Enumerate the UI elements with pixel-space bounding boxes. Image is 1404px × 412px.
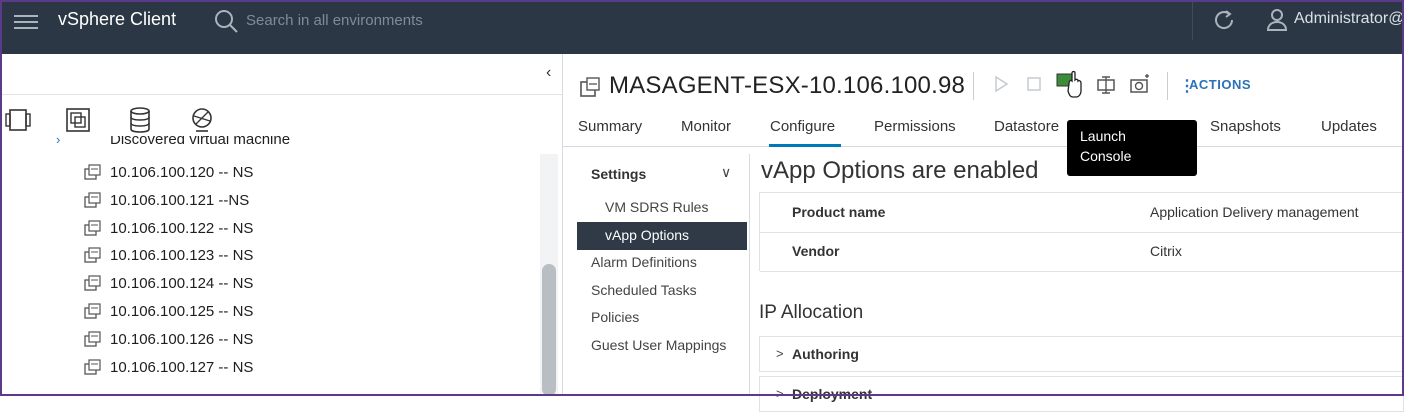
nav-item-guest-user-mappings[interactable]: Guest User Mappings — [591, 337, 726, 353]
topbar-divider — [1192, 0, 1193, 40]
hamburger-menu-icon[interactable] — [14, 11, 38, 31]
property-value: Application Delivery management — [1150, 204, 1359, 220]
power-on-icon[interactable] — [993, 74, 1009, 94]
tab-snapshots[interactable]: Snapshots — [1210, 118, 1281, 135]
accordion-label: Authoring — [792, 346, 859, 362]
tree-item[interactable]: 10.106.100.122 -- NS — [0, 216, 540, 244]
vm-icon — [84, 164, 102, 180]
property-key: Product name — [792, 204, 886, 220]
nav-item-alarm-definitions[interactable]: Alarm Definitions — [591, 254, 697, 270]
tree-item-label: 10.106.100.120 -- NS — [110, 164, 254, 181]
tooltip-line-1: Launch — [1080, 128, 1126, 144]
search-placeholder: Search in all environments — [246, 12, 423, 29]
chevron-right-icon: > — [776, 386, 784, 401]
property-key: Vendor — [792, 243, 840, 259]
detail-pane: MASAGENT-ESX-10.106.100.98 ⋮ ACTIONS Lau… — [563, 54, 1404, 412]
tab-updates[interactable]: Updates — [1321, 118, 1377, 135]
table-row: Vendor Citrix — [760, 232, 1404, 272]
tree-item-label: 10.106.100.121 --NS — [110, 191, 250, 209]
tab-summary[interactable]: Summary — [578, 118, 642, 135]
power-off-icon[interactable] — [1025, 74, 1043, 94]
vm-tabs: Summary Monitor Configure Permissions Da… — [563, 116, 1404, 147]
tree-item-label: 10.106.100.126 -- NS — [110, 330, 254, 348]
tree-item[interactable]: 10.106.100.123 -- NS — [0, 243, 540, 271]
tree-item-label: 10.106.100.125 -- NS — [110, 303, 254, 320]
nav-item-scheduled-tasks[interactable]: Scheduled Tasks — [591, 282, 697, 298]
toolbar-divider — [973, 72, 974, 100]
tree-item[interactable]: 10.106.100.120 -- NS — [0, 160, 540, 188]
tab-monitor[interactable]: Monitor — [681, 118, 731, 135]
chevron-down-icon[interactable]: ∨ — [721, 164, 731, 181]
vm-icon — [84, 331, 102, 347]
table-row: Product name Application Delivery manage… — [760, 193, 1404, 233]
tree-item[interactable]: 10.106.100.125 -- NS — [0, 299, 540, 327]
settings-nav: Settings ∨ VM SDRS Rules vApp Options Al… — [577, 154, 750, 396]
property-value: Citrix — [1150, 243, 1182, 259]
tree-item[interactable]: 10.106.100.124 -- NS — [0, 271, 540, 299]
vm-icon — [84, 219, 102, 236]
storage-icon[interactable] — [126, 106, 154, 134]
nav-item-policies[interactable]: Policies — [591, 309, 639, 325]
launch-console-tooltip: Launch Console — [1067, 120, 1197, 176]
vm-icon — [580, 77, 600, 97]
app-title[interactable]: vSphere Client — [58, 9, 176, 30]
tab-configure[interactable]: Configure — [770, 118, 835, 135]
nav-item-vm-sdrs-rules[interactable]: VM SDRS Rules — [605, 199, 708, 215]
snapshot-icon[interactable] — [1129, 74, 1151, 96]
vm-icon — [84, 247, 102, 264]
tree-item-label: 10.106.100.124 -- NS — [110, 275, 254, 293]
vms-templates-icon[interactable] — [64, 106, 92, 134]
toolbar-divider — [1167, 72, 1168, 100]
search-icon — [215, 10, 238, 33]
tooltip-line-2: Console — [1080, 148, 1132, 164]
vm-icon — [84, 358, 102, 375]
accordion-deployment[interactable]: > Deployment — [759, 376, 1404, 412]
top-bar: vSphere Client Search in all environment… — [0, 0, 1404, 54]
tab-permissions[interactable]: Permissions — [874, 118, 956, 135]
actions-menu[interactable]: ACTIONS — [1189, 77, 1251, 92]
section-heading: vApp Options are enabled — [761, 157, 1039, 184]
tree-item-label: 10.106.100.122 -- NS — [110, 219, 254, 237]
user-icon[interactable] — [1266, 8, 1288, 32]
tab-datastores[interactable]: Datastore — [994, 118, 1059, 135]
migrate-icon[interactable] — [1095, 74, 1117, 96]
inventory-pane: ‹ › Discovered virtual machine 10.106.10… — [0, 54, 563, 396]
chevron-right-icon: > — [776, 346, 784, 361]
properties-table: Product name Application Delivery manage… — [759, 192, 1404, 272]
tree-item[interactable]: 10.106.100.126 -- NS — [0, 327, 540, 355]
networking-icon[interactable] — [188, 106, 216, 134]
settings-header[interactable]: Settings — [591, 166, 646, 182]
refresh-icon[interactable] — [1210, 6, 1238, 34]
user-menu[interactable]: Administrator@ — [1294, 10, 1404, 28]
tree-item-label: Discovered virtual machine — [110, 136, 291, 148]
expand-chevron-icon[interactable]: › — [56, 136, 60, 147]
tree-item[interactable]: 10.106.100.121 --NS — [0, 188, 540, 216]
scrollbar-thumb[interactable] — [542, 264, 556, 396]
tree-item-label: 10.106.100.127 -- NS — [110, 358, 254, 376]
nav-item-vapp-options[interactable]: vApp Options — [605, 227, 689, 243]
accordion-label: Deployment — [792, 386, 873, 402]
vm-icon — [84, 192, 102, 208]
global-search[interactable]: Search in all environments — [214, 8, 734, 34]
vm-icon — [84, 303, 102, 319]
hosts-clusters-icon[interactable] — [4, 106, 32, 134]
divider — [0, 94, 562, 95]
vm-title: MASAGENT-ESX-10.106.100.98 — [609, 72, 966, 99]
collapse-pane-icon[interactable]: ‹ — [546, 64, 551, 82]
ip-allocation-heading: IP Allocation — [759, 302, 864, 323]
launch-console-icon[interactable] — [1055, 68, 1085, 100]
tree-item-partial[interactable]: › Discovered virtual machine — [0, 136, 540, 152]
tree-item[interactable]: 10.106.100.127 -- NS — [0, 355, 540, 383]
vm-icon — [84, 275, 102, 291]
tree-item-label: 10.106.100.123 -- NS — [110, 247, 254, 265]
active-tab-indicator — [769, 144, 841, 147]
accordion-authoring[interactable]: > Authoring — [759, 336, 1404, 372]
